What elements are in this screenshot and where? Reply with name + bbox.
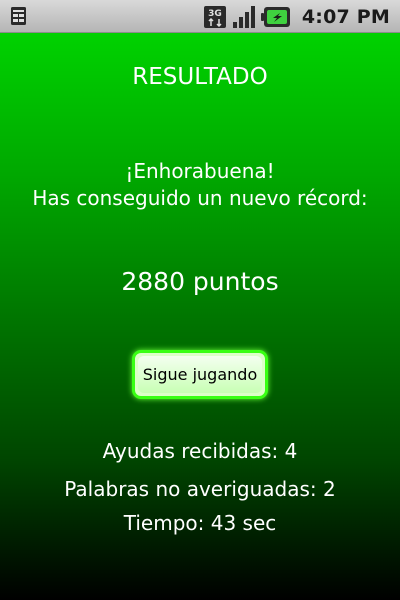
status-icons: 3G 4:07 PM (203, 0, 390, 33)
new-record-message: Has conseguido un nuevo récord: (32, 186, 368, 210)
screen: 3G 4:07 PM RESULTADO ¡Enhorabuena! Has c… (0, 0, 400, 600)
stat-helps-received: Ayudas recibidas: 4 (102, 439, 298, 463)
continue-playing-button[interactable]: Sigue jugando (132, 350, 268, 399)
signal-icon (232, 5, 255, 28)
status-bar: 3G 4:07 PM (0, 0, 400, 33)
result-screen: RESULTADO ¡Enhorabuena! Has conseguido u… (0, 33, 400, 600)
battery-icon (260, 6, 290, 27)
status-time: 4:07 PM (301, 5, 390, 28)
network-3g-label: 3G (208, 9, 222, 19)
notification-icon[interactable] (9, 6, 29, 26)
network-3g-icon: 3G (203, 5, 226, 28)
congrats-message: ¡Enhorabuena! (125, 159, 275, 183)
stat-unguessed-words: Palabras no averiguadas: 2 (64, 477, 336, 501)
result-title: RESULTADO (132, 64, 268, 90)
continue-playing-label: Sigue jugando (142, 365, 258, 384)
stat-time: Tiempo: 43 sec (123, 511, 277, 535)
score-points: 2880 puntos (121, 267, 279, 296)
